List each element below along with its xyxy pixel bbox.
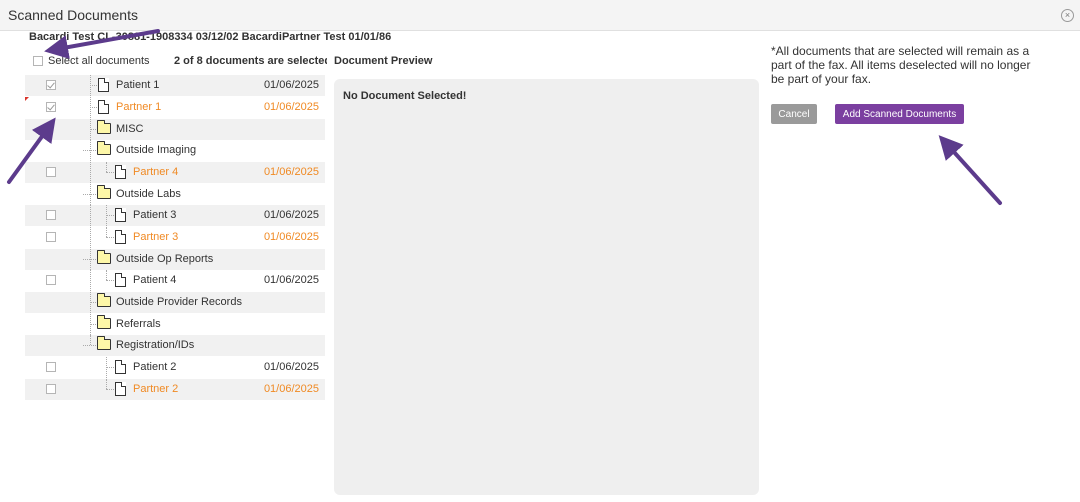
document-preview-pane: No Document Selected! bbox=[334, 79, 759, 495]
folder-label[interactable]: Outside Labs bbox=[116, 188, 181, 200]
row-checkbox[interactable] bbox=[46, 384, 56, 394]
row-checkbox[interactable] bbox=[46, 80, 56, 90]
document-label[interactable]: Partner 2 bbox=[133, 383, 178, 395]
tree-row[interactable]: Registration/IDs bbox=[25, 335, 325, 356]
document-date: 01/06/2025 bbox=[263, 361, 319, 373]
cancel-button[interactable]: Cancel bbox=[771, 104, 817, 124]
document-icon bbox=[115, 208, 126, 222]
document-date: 01/06/2025 bbox=[263, 209, 319, 221]
tree-row[interactable]: Partner 3 01/06/2025 bbox=[25, 227, 325, 248]
document-tree: Patient 1 01/06/2025 Partner 1 01/06/202… bbox=[25, 75, 325, 400]
title-bar: Scanned Documents × bbox=[0, 0, 1080, 31]
document-date: 01/06/2025 bbox=[263, 383, 319, 395]
document-date: 01/06/2025 bbox=[263, 274, 319, 286]
folder-label[interactable]: Referrals bbox=[116, 318, 161, 330]
folder-icon bbox=[97, 250, 111, 264]
tree-row[interactable]: Patient 1 01/06/2025 bbox=[25, 75, 325, 96]
tree-row[interactable]: Partner 4 01/06/2025 bbox=[25, 162, 325, 183]
folder-icon bbox=[97, 336, 111, 350]
folder-label[interactable]: Outside Op Reports bbox=[116, 253, 213, 265]
selected-count: 2 of 8 documents are selected bbox=[174, 55, 327, 67]
document-label[interactable]: Partner 1 bbox=[116, 101, 161, 113]
tree-row[interactable]: Outside Labs bbox=[25, 184, 325, 205]
selection-note: *All documents that are selected will re… bbox=[771, 44, 1031, 86]
folder-icon bbox=[97, 293, 111, 307]
row-checkbox[interactable] bbox=[46, 102, 56, 112]
folder-label[interactable]: Outside Provider Records bbox=[116, 296, 242, 308]
tree-row[interactable]: Outside Provider Records bbox=[25, 292, 325, 313]
tree-row[interactable]: Partner 2 01/06/2025 bbox=[25, 379, 325, 400]
folder-icon bbox=[97, 141, 111, 155]
document-icon bbox=[115, 165, 126, 179]
row-checkbox[interactable] bbox=[46, 210, 56, 220]
folder-label[interactable]: MISC bbox=[116, 123, 144, 135]
document-icon bbox=[98, 78, 109, 92]
tree-row[interactable]: Outside Imaging bbox=[25, 140, 325, 161]
folder-label[interactable]: Outside Imaging bbox=[116, 144, 196, 156]
add-scanned-documents-button[interactable]: Add Scanned Documents bbox=[835, 104, 964, 124]
tree-row[interactable]: Patient 4 01/06/2025 bbox=[25, 270, 325, 291]
document-icon bbox=[115, 382, 126, 396]
tree-row[interactable]: MISC bbox=[25, 119, 325, 140]
document-preview-label: Document Preview bbox=[334, 55, 433, 67]
tree-row[interactable]: Patient 3 01/06/2025 bbox=[25, 205, 325, 226]
row-checkbox[interactable] bbox=[46, 232, 56, 242]
select-all-checkbox[interactable]: Select all documents bbox=[33, 55, 150, 67]
tree-row[interactable]: Outside Op Reports bbox=[25, 249, 325, 270]
flag-marker bbox=[25, 97, 29, 101]
row-checkbox[interactable] bbox=[46, 362, 56, 372]
document-label[interactable]: Patient 1 bbox=[116, 79, 159, 91]
document-label[interactable]: Partner 4 bbox=[133, 166, 178, 178]
window-title: Scanned Documents bbox=[8, 7, 138, 23]
close-icon[interactable]: × bbox=[1061, 9, 1074, 22]
folder-icon bbox=[97, 185, 111, 199]
document-icon bbox=[98, 100, 109, 114]
document-label[interactable]: Patient 2 bbox=[133, 361, 176, 373]
document-label[interactable]: Patient 4 bbox=[133, 274, 176, 286]
folder-icon bbox=[97, 120, 111, 134]
select-all-box[interactable] bbox=[33, 56, 43, 66]
document-icon bbox=[115, 360, 126, 374]
no-document-message: No Document Selected! bbox=[343, 90, 467, 102]
document-date: 01/06/2025 bbox=[263, 101, 319, 113]
row-checkbox[interactable] bbox=[46, 167, 56, 177]
document-label[interactable]: Partner 3 bbox=[133, 231, 178, 243]
row-checkbox[interactable] bbox=[46, 275, 56, 285]
tree-row[interactable]: Partner 1 01/06/2025 bbox=[25, 97, 325, 118]
document-icon bbox=[115, 230, 126, 244]
select-all-label: Select all documents bbox=[48, 55, 150, 67]
patient-info: Bacardi Test CL-30881-1908334 03/12/02 B… bbox=[29, 31, 392, 43]
document-date: 01/06/2025 bbox=[263, 79, 319, 91]
document-date: 01/06/2025 bbox=[263, 231, 319, 243]
arrow-add-button bbox=[938, 135, 1002, 205]
document-label[interactable]: Patient 3 bbox=[133, 209, 176, 221]
folder-label[interactable]: Registration/IDs bbox=[116, 339, 194, 351]
tree-row[interactable]: Referrals bbox=[25, 314, 325, 335]
folder-icon bbox=[97, 315, 111, 329]
tree-row[interactable]: Patient 2 01/06/2025 bbox=[25, 357, 325, 378]
document-date: 01/06/2025 bbox=[263, 166, 319, 178]
document-icon bbox=[115, 273, 126, 287]
